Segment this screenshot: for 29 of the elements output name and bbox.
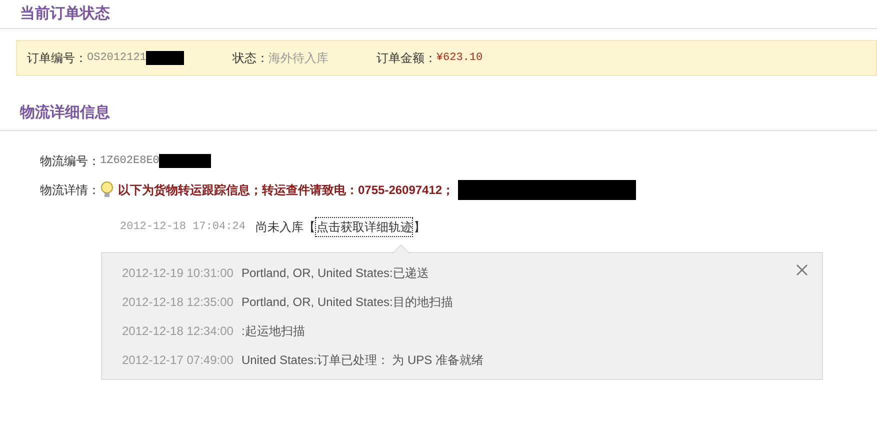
event-time: 2012-12-18 12:35:00 (122, 294, 234, 310)
field-label: 状态： (232, 50, 268, 67)
field-label: 物流详情： (40, 182, 100, 199)
section-title: 物流详细信息 (20, 104, 110, 121)
field-label: 订单金额： (376, 50, 436, 67)
order-number: OS2012121 (87, 50, 146, 66)
event-time: 2012-12-19 10:31:00 (122, 264, 234, 282)
track-details-link[interactable]: 点击获取详细轨迹 (315, 217, 414, 237)
event-time: 2012-12-17 07:49:00 (122, 352, 234, 368)
order-amount: ¥623.10 (436, 50, 483, 66)
tracking-notice: 以下为货物转运跟踪信息；转运查件请致电：0755-26097412； (118, 182, 454, 199)
lightbulb-icon (100, 181, 114, 199)
redaction-mark (159, 154, 212, 168)
latest-status: 尚未入库 (255, 219, 304, 236)
redaction-mark (146, 51, 184, 65)
event-description: :起运地扫描 (241, 322, 305, 340)
section-title: 当前订单状态 (20, 5, 110, 22)
field-label: 订单编号： (27, 50, 87, 67)
event-time: 2012-12-18 12:34:00 (122, 322, 234, 340)
latest-time: 2012-12-18 17:04:24 (120, 220, 246, 235)
event-description: Portland, OR, United States:目的地扫描 (241, 294, 453, 310)
field-label: 物流编号： (40, 153, 100, 170)
event-description: United States:订单已处理： 为 UPS 准备就绪 (241, 352, 484, 368)
close-icon[interactable] (796, 264, 808, 276)
event-description: Portland, OR, United States:已递送 (241, 264, 429, 282)
tracking-number: 1Z602E8E0 (100, 154, 160, 169)
bracket: 【 (303, 219, 316, 236)
bracket: 】 (413, 219, 426, 236)
order-status: 海外待入库 (268, 50, 328, 67)
